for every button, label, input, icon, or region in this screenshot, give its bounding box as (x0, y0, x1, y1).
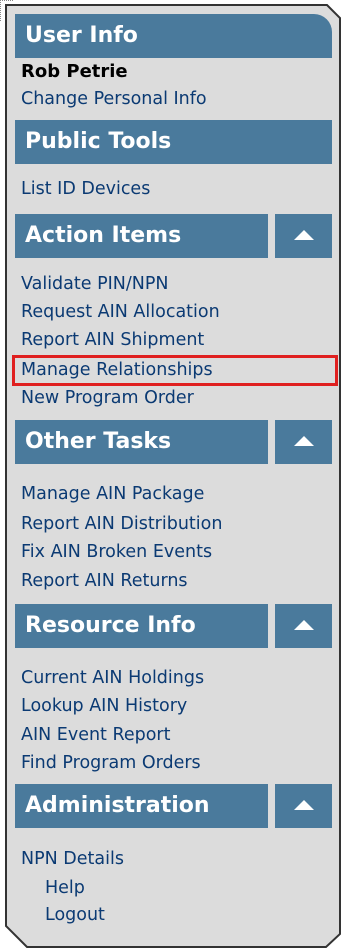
collapse-resource-info-button[interactable] (275, 604, 332, 648)
highlight-box (12, 355, 338, 386)
section-title: Action Items (25, 223, 182, 248)
collapse-other-tasks-button[interactable] (275, 420, 332, 464)
section-header-administration: Administration (15, 784, 268, 828)
link-change-personal-info[interactable]: Change Personal Info (21, 88, 207, 110)
section-header-user-info: User Info (15, 14, 332, 58)
link-request-ain-allocation[interactable]: Request AIN Allocation (21, 301, 220, 323)
collapse-arrow-icon (294, 436, 314, 446)
user-name: Rob Petrie (21, 61, 128, 82)
link-fix-ain-broken-events[interactable]: Fix AIN Broken Events (21, 541, 212, 563)
link-validate-pin-npn[interactable]: Validate PIN/NPN (21, 273, 169, 295)
sidebar-panel: User Info Rob Petrie Change Personal Inf… (5, 4, 341, 948)
section-header-public-tools: Public Tools (15, 120, 332, 164)
link-report-ain-returns[interactable]: Report AIN Returns (21, 570, 188, 592)
collapse-action-items-button[interactable] (275, 214, 332, 258)
section-title: Public Tools (25, 129, 172, 154)
collapse-arrow-icon (294, 620, 314, 630)
link-new-program-order[interactable]: New Program Order (21, 387, 194, 409)
collapse-arrow-icon (294, 800, 314, 810)
link-manage-ain-package[interactable]: Manage AIN Package (21, 483, 204, 505)
link-ain-event-report[interactable]: AIN Event Report (21, 724, 171, 746)
link-lookup-ain-history[interactable]: Lookup AIN History (21, 695, 187, 717)
link-npn-details[interactable]: NPN Details (21, 848, 124, 870)
section-header-resource-info: Resource Info (15, 604, 268, 648)
collapse-administration-button[interactable] (275, 784, 332, 828)
link-help[interactable]: Help (45, 877, 85, 899)
link-current-ain-holdings[interactable]: Current AIN Holdings (21, 667, 204, 689)
link-list-id-devices[interactable]: List ID Devices (21, 178, 150, 200)
section-header-action-items: Action Items (15, 214, 268, 258)
section-title: Administration (25, 793, 210, 818)
link-find-program-orders[interactable]: Find Program Orders (21, 752, 201, 774)
collapse-arrow-icon (294, 230, 314, 240)
section-title: Resource Info (25, 613, 196, 638)
section-header-other-tasks: Other Tasks (15, 420, 268, 464)
section-title: Other Tasks (25, 429, 172, 454)
section-title: User Info (25, 23, 138, 48)
link-report-ain-shipment[interactable]: Report AIN Shipment (21, 329, 204, 351)
link-report-ain-distribution[interactable]: Report AIN Distribution (21, 513, 222, 535)
link-logout[interactable]: Logout (45, 904, 105, 926)
